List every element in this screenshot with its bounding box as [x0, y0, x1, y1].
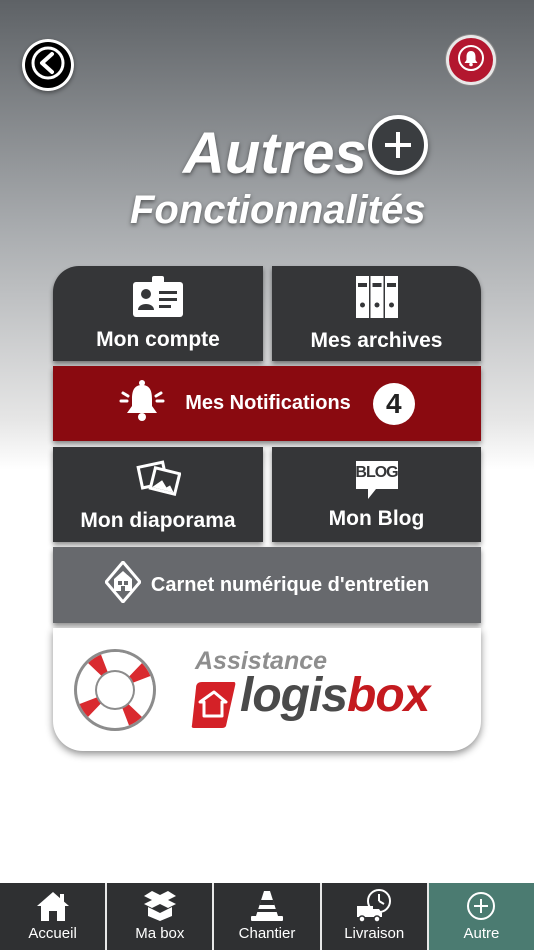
mes-archives-label: Mes archives [310, 328, 443, 352]
mes-archives-tile[interactable]: Mes archives [272, 266, 481, 361]
mon-compte-tile[interactable]: Mon compte [53, 266, 263, 361]
page-title: Autres [183, 121, 367, 186]
blog-icon-text: BLOG [355, 463, 398, 481]
nav-autre-label: Autre [463, 925, 500, 942]
bell-icon [119, 379, 165, 429]
photos-icon [135, 457, 182, 505]
mes-notifications-tile[interactable]: Mes Notifications 4 [53, 366, 481, 441]
bell-icon [458, 44, 484, 76]
nav-chantier-label: Chantier [238, 925, 296, 942]
notifications-button[interactable] [449, 38, 493, 82]
chevron-left-icon [31, 46, 65, 85]
mon-compte-label: Mon compte [96, 327, 220, 351]
mes-notifications-label: Mes Notifications [185, 392, 351, 414]
id-card-icon [132, 275, 184, 324]
nav-ma-box-label: Ma box [135, 925, 185, 942]
page-subtitle: Fonctionnalités [130, 188, 426, 232]
carnet-entretien-tile[interactable]: Carnet numérique d'entretien [53, 547, 481, 623]
nav-livraison[interactable]: Livraison [322, 883, 429, 950]
back-button[interactable] [22, 39, 74, 91]
blog-icon: BLOG [354, 459, 400, 503]
nav-accueil-label: Accueil [28, 925, 77, 942]
nav-chantier[interactable]: Chantier [214, 883, 322, 950]
mon-diaporama-label: Mon diaporama [80, 508, 236, 532]
home-icon [36, 889, 70, 923]
brand-logis-text: logis [240, 669, 348, 722]
nav-accueil[interactable]: Accueil [0, 883, 108, 950]
brand-box-text: box [347, 669, 430, 722]
binders-icon [355, 275, 399, 325]
logisbox-logo-icon [190, 680, 238, 735]
bottom-navigation: Accueil Ma box Chantier Livraison Autre [0, 883, 534, 950]
delivery-truck-icon [355, 889, 393, 923]
mon-blog-label: Mon Blog [328, 506, 425, 530]
carnet-entretien-label: Carnet numérique d'entretien [150, 573, 430, 596]
logisbox-brand: logisbox [240, 669, 430, 722]
nav-ma-box[interactable]: Ma box [107, 883, 215, 950]
plus-circle-icon [368, 115, 428, 175]
mon-diaporama-tile[interactable]: Mon diaporama [53, 447, 263, 542]
lifebuoy-icon [71, 646, 159, 739]
mon-blog-tile[interactable]: BLOG Mon Blog [272, 447, 481, 542]
nav-livraison-label: Livraison [344, 925, 405, 942]
traffic-cone-icon [250, 889, 284, 923]
box-icon [143, 889, 177, 923]
house-book-icon [103, 559, 142, 609]
plus-circle-icon [466, 889, 496, 923]
nav-autre[interactable]: Autre [428, 883, 534, 950]
notification-count-badge: 4 [372, 382, 415, 425]
